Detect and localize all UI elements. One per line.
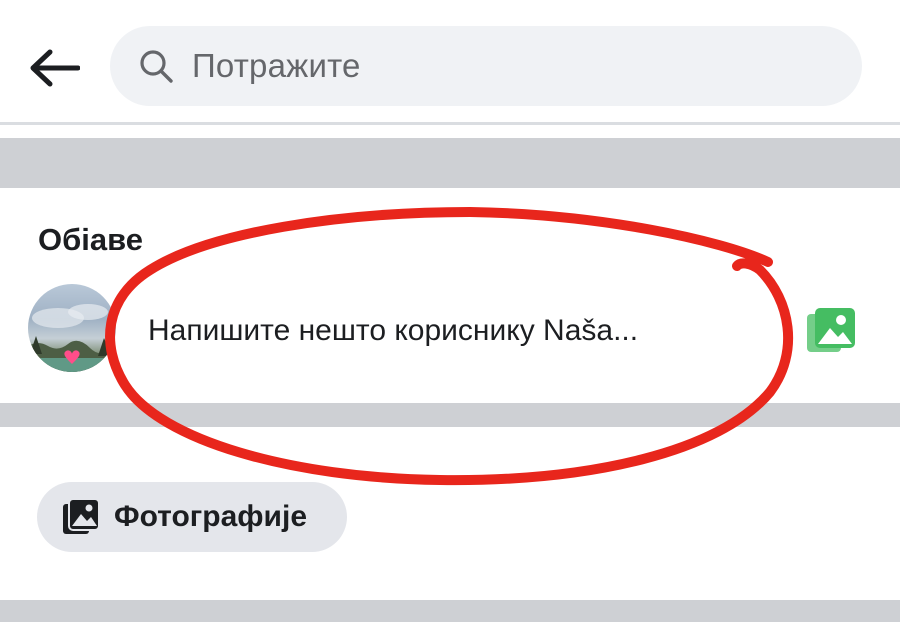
posts-section-title: Обіаве	[38, 222, 144, 257]
divider	[0, 122, 900, 125]
section-separator	[0, 403, 900, 427]
composer-prompt[interactable]: Напишите нешто кориснику Naša...	[148, 314, 638, 348]
back-button[interactable]	[26, 40, 82, 96]
photo-icon[interactable]	[805, 306, 857, 356]
post-composer[interactable]: Напишите нешто кориснику Naša...	[0, 270, 900, 390]
top-bar: Потражите	[0, 0, 900, 120]
avatar[interactable]	[28, 284, 116, 372]
photos-filter-chip[interactable]: Фотографије	[37, 482, 347, 552]
search-icon	[140, 50, 173, 83]
section-separator	[0, 600, 900, 622]
photos-filter-label: Фотографије	[114, 500, 308, 533]
search-placeholder: Потражите	[192, 47, 361, 84]
search-input[interactable]: Потражите	[110, 26, 862, 106]
arrow-left-icon	[30, 49, 80, 87]
section-separator	[0, 138, 900, 188]
search-results-page: Потражите Обіаве Напишите нешто корисник…	[0, 0, 900, 641]
photo-stack-icon	[63, 498, 100, 534]
avatar-image	[28, 304, 116, 372]
